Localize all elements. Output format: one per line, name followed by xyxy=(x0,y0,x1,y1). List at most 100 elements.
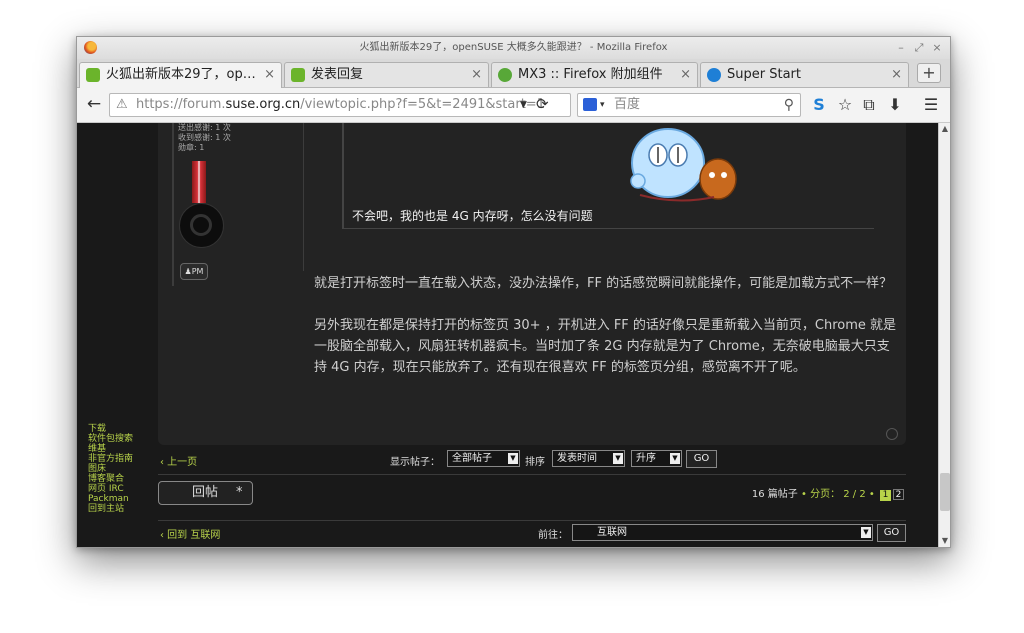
url-bar[interactable]: ⚠ https://forum.suse.org.cn/viewtopic.ph… xyxy=(109,93,571,117)
separator: • xyxy=(868,489,875,500)
medal-count: 勋章: 1 xyxy=(178,143,205,152)
nav-link-wiki[interactable]: 维基 xyxy=(88,444,133,454)
page-content: 下载 软件包搜索 维基 非官方指南 图床 博客聚合 网页 IRC Packman… xyxy=(77,123,938,547)
puzzle-icon xyxy=(498,68,512,82)
forum-jump-bar: ‹ 回到 互联网 前往： 互联网 ▼ GO xyxy=(158,522,906,547)
nav-link-blog-aggregator[interactable]: 博客聚合 xyxy=(88,474,133,484)
s-addon-button[interactable]: S xyxy=(808,95,830,115)
reply-pagination-bar: 回帖 * 16 篇帖子 • 分页： 2 / 2 • 12 xyxy=(158,475,906,521)
report-icon[interactable] xyxy=(886,428,898,440)
tab-label: 火狐出新版本29了，op… xyxy=(106,67,256,82)
reply-label: 回帖 xyxy=(192,485,219,500)
nav-link-packman[interactable]: Packman xyxy=(88,494,133,504)
opensuse-medal-icon xyxy=(179,203,224,248)
url-history-dropdown[interactable]: ▼ xyxy=(520,94,527,116)
navigation-bar: ← ⚠ https://forum.suse.org.cn/viewtopic.… xyxy=(77,88,950,123)
thanks-given: 送出感谢: 1 次 xyxy=(178,123,231,132)
topic-display-bar: ‹ 上一页 显示帖子： 全部帖子 ▼ 排序 发表时间 ▼ 升序 ▼ GO xyxy=(158,446,906,475)
post-paragraph: 另外我现在都是保持打开的标签页 30+ ，开机进入 FF 的话好像只是重新载入当… xyxy=(314,318,897,375)
chevron-down-icon: ▼ xyxy=(861,527,871,538)
back-button[interactable]: ← xyxy=(83,94,105,114)
opensuse-icon xyxy=(86,68,100,82)
jump-go-button[interactable]: GO xyxy=(877,524,906,542)
reload-button[interactable]: ⟳ xyxy=(536,93,549,115)
tab-close-button[interactable]: × xyxy=(680,63,691,87)
page-link-2[interactable]: 2 xyxy=(893,489,904,500)
nav-link-package-search[interactable]: 软件包搜索 xyxy=(88,434,133,444)
back-to-forum-link[interactable]: ‹ 回到 互联网 xyxy=(160,526,220,541)
select-value: 全部帖子 xyxy=(452,453,492,464)
scroll-thumb[interactable] xyxy=(940,473,950,511)
new-tab-button[interactable]: + xyxy=(917,63,941,83)
chevron-down-icon: ▼ xyxy=(670,453,680,464)
post-paragraph: 就是打开标签时一直在载入状态，没办法操作，FF 的话感觉瞬间就能操作，可能是加载… xyxy=(314,276,893,291)
profile-divider xyxy=(172,123,174,286)
browser-window: 火狐出新版本29了，openSUSE 大概多久能跟进？ - Mozilla Fi… xyxy=(76,36,951,548)
nav-link-download[interactable]: 下载 xyxy=(88,424,133,434)
scroll-down-icon[interactable]: ▼ xyxy=(939,535,950,547)
nav-link-unofficial-guide[interactable]: 非官方指南 xyxy=(88,454,133,464)
search-bar[interactable]: ▾ 百度 ⚲ xyxy=(577,93,801,117)
sort-go-button[interactable]: GO xyxy=(686,450,717,468)
tab-close-button[interactable]: × xyxy=(891,63,902,87)
baidu-engine-icon[interactable] xyxy=(583,98,597,111)
previous-page-link[interactable]: ‹ 上一页 xyxy=(160,453,197,468)
select-value: 互联网 xyxy=(597,527,627,538)
maximize-button[interactable]: ⤢ xyxy=(911,37,927,59)
pm-label: PM xyxy=(191,267,204,276)
site-nav-links: 下载 软件包搜索 维基 非官方指南 图床 博客聚合 网页 IRC Packman… xyxy=(88,424,133,514)
tab-reply[interactable]: 发表回复 × xyxy=(284,62,489,87)
reply-star: * xyxy=(236,485,243,500)
tab-close-button[interactable]: × xyxy=(471,63,482,87)
author-profile: 送出感谢: 1 次 收到感谢: 1 次 勋章: 1 xyxy=(178,123,231,153)
pages-label: 分页： xyxy=(810,489,841,500)
pm-button[interactable]: ♟PM xyxy=(180,263,208,280)
vertical-scrollbar[interactable]: ▲ ▼ xyxy=(938,123,950,547)
sort-label: 排序 xyxy=(525,457,545,468)
bookmark-star-button[interactable]: ☆ xyxy=(834,95,856,115)
user-icon: ♟ xyxy=(184,267,192,276)
tab-firefox-29[interactable]: 火狐出新版本29了，op… × xyxy=(79,62,282,88)
reply-button[interactable]: 回帖 * xyxy=(158,481,253,505)
display-label: 显示帖子： xyxy=(390,457,440,468)
column-divider xyxy=(303,123,304,271)
minimize-button[interactable]: – xyxy=(893,37,909,59)
forum-post: 送出感谢: 1 次 收到感谢: 1 次 勋章: 1 ♟PM 不会吧，我的也是 4… xyxy=(158,123,906,445)
downloads-button[interactable]: ⬇ xyxy=(884,95,906,115)
nav-link-web-irc[interactable]: 网页 IRC xyxy=(88,484,133,494)
nav-link-image-host[interactable]: 图床 xyxy=(88,464,133,474)
search-placeholder: 百度 xyxy=(614,97,641,112)
display-posts-select[interactable]: 全部帖子 ▼ xyxy=(447,450,520,467)
medal-ribbon-icon xyxy=(192,161,206,203)
post-count: 16 篇帖子 xyxy=(751,489,798,500)
menu-button[interactable]: ☰ xyxy=(920,95,942,115)
forum-jump-select[interactable]: 互联网 ▼ xyxy=(572,524,873,541)
close-window-button[interactable]: × xyxy=(929,37,945,59)
quote-text: 不会吧，我的也是 4G 内存呀，怎么没有问题 xyxy=(352,209,593,223)
tab-bar: 火狐出新版本29了，op… × 发表回复 × MX3 :: Firefox 附加… xyxy=(77,59,950,88)
sort-key-select[interactable]: 发表时间 ▼ xyxy=(552,450,625,467)
window-title: 火狐出新版本29了，openSUSE 大概多久能跟进？ - Mozilla Fi… xyxy=(359,42,668,53)
bookmarks-menu-button[interactable]: ⧉ xyxy=(858,95,880,115)
tab-close-button[interactable]: × xyxy=(264,63,275,87)
separator: • xyxy=(800,489,807,500)
select-value: 升序 xyxy=(636,453,656,464)
jump-label: 前往： xyxy=(538,530,568,541)
page-link-1[interactable]: 1 xyxy=(880,490,891,501)
warning-icon: ⚠ xyxy=(116,97,128,112)
select-value: 发表时间 xyxy=(557,453,597,464)
search-icon[interactable]: ⚲ xyxy=(784,94,794,116)
opensuse-icon xyxy=(291,68,305,82)
tab-super-start[interactable]: Super Start × xyxy=(700,62,909,87)
chevron-down-icon: ▼ xyxy=(613,453,623,464)
engine-dropdown-icon[interactable]: ▾ xyxy=(600,94,605,116)
scroll-up-icon[interactable]: ▲ xyxy=(939,123,950,135)
chevron-down-icon: ▼ xyxy=(508,453,518,464)
tab-label: Super Start xyxy=(727,67,801,82)
tab-mx3-addon[interactable]: MX3 :: Firefox 附加组件 × xyxy=(491,62,698,87)
url-text: https://forum.suse.org.cn/viewtopic.php?… xyxy=(136,97,545,112)
pages-value: 2 / 2 xyxy=(843,489,866,500)
tab-label: 发表回复 xyxy=(311,67,364,82)
nav-link-main-site[interactable]: 回到主站 xyxy=(88,504,133,514)
sort-order-select[interactable]: 升序 ▼ xyxy=(631,450,682,467)
